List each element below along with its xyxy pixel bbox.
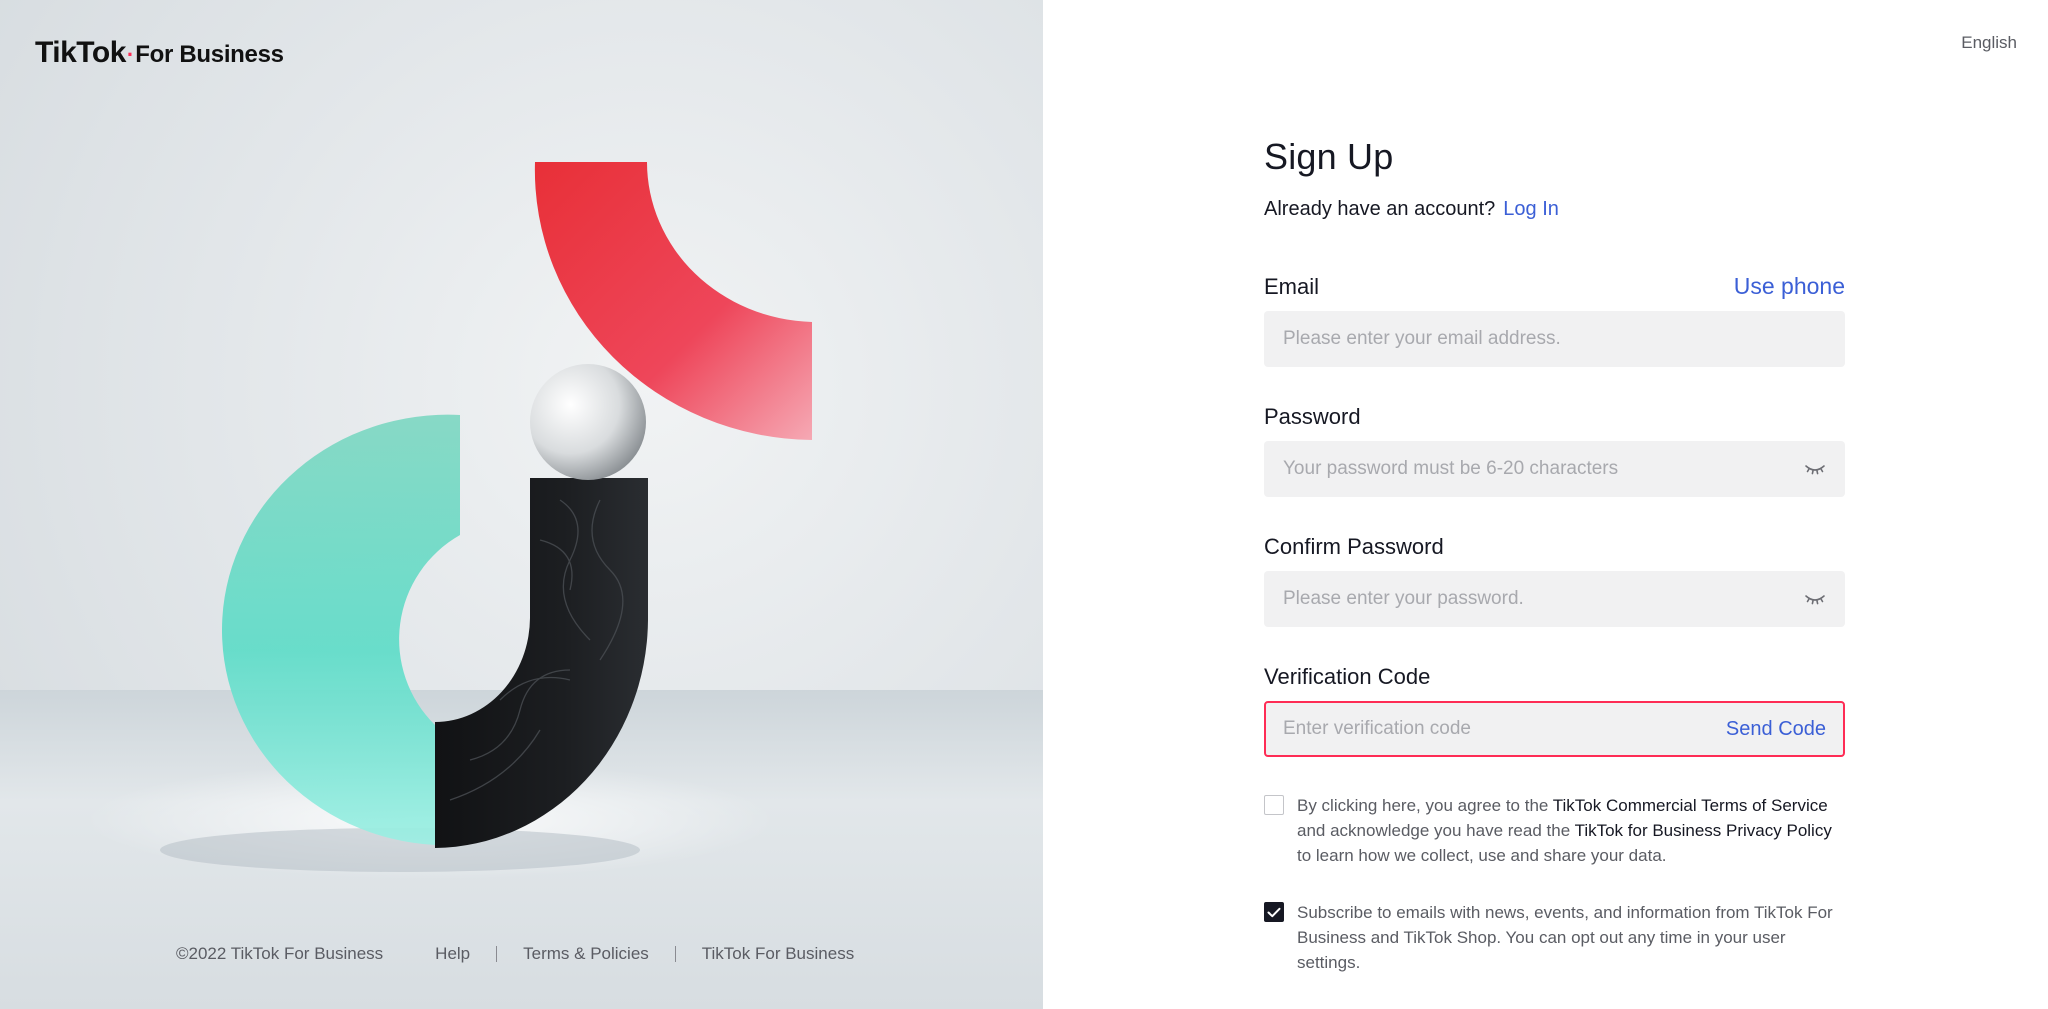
language-selector[interactable]: English <box>1961 33 2017 53</box>
commercial-terms-link[interactable]: TikTok Commercial Terms of Service <box>1553 796 1828 815</box>
confirm-password-input[interactable] <box>1283 588 1804 610</box>
confirm-password-label: Confirm Password <box>1264 534 1444 559</box>
footer-link-terms-policies[interactable]: Terms & Policies <box>523 944 649 964</box>
eye-closed-icon[interactable] <box>1804 592 1826 606</box>
verification-code-label: Verification Code <box>1264 664 1431 689</box>
footer-link-help[interactable]: Help <box>435 944 470 964</box>
subscribe-text: Subscribe to emails with news, events, a… <box>1297 903 1833 972</box>
email-input-wrapper <box>1264 311 1845 367</box>
use-phone-link[interactable]: Use phone <box>1734 273 1845 300</box>
tiktok-sculpture-illustration <box>160 162 812 872</box>
confirm-password-field-group: Confirm Password <box>1264 534 1845 627</box>
login-prompt-text: Already have an account? <box>1264 198 1496 220</box>
terms-text-part-1: By clicking here, you agree to the <box>1297 796 1553 815</box>
terms-checkbox[interactable] <box>1264 795 1284 815</box>
eye-closed-icon[interactable] <box>1804 462 1826 476</box>
send-code-button[interactable]: Send Code <box>1726 718 1826 741</box>
confirm-password-input-wrapper <box>1264 571 1845 627</box>
hero-footer: ©2022 TikTok For Business Help Terms & P… <box>176 944 854 964</box>
verification-code-field-group: Verification Code Send Code <box>1264 664 1845 757</box>
email-field-group: Email Use phone <box>1264 273 1845 367</box>
hero-panel: TikTok · For Business ©2022 TikTok For B… <box>0 0 1043 1009</box>
email-label: Email <box>1264 274 1320 299</box>
verification-code-input-wrapper: Send Code <box>1264 701 1845 757</box>
password-field-header: Password <box>1264 404 1845 430</box>
password-input-wrapper <box>1264 441 1845 497</box>
privacy-policy-link[interactable]: TikTok for Business Privacy Policy <box>1575 821 1832 840</box>
copyright-text: ©2022 TikTok For Business <box>176 944 384 963</box>
terms-text-part-3: to learn how we collect, use and share y… <box>1297 846 1667 865</box>
password-field-group: Password <box>1264 404 1845 497</box>
verification-code-field-header: Verification Code <box>1264 664 1845 690</box>
footer-divider <box>674 946 676 962</box>
verification-code-input[interactable] <box>1283 718 1726 740</box>
footer-divider <box>496 946 498 962</box>
login-link[interactable]: Log In <box>1503 198 1559 220</box>
email-input[interactable] <box>1283 328 1826 350</box>
subscribe-checkbox[interactable] <box>1264 902 1284 922</box>
password-input[interactable] <box>1283 458 1804 480</box>
checkmark-icon <box>1267 907 1281 917</box>
terms-text-part-2: and acknowledge you have read the <box>1297 821 1575 840</box>
email-field-header: Email Use phone <box>1264 273 1845 300</box>
terms-consent-row: By clicking here, you agree to the TikTo… <box>1264 793 1845 868</box>
page-title: Sign Up <box>1264 136 1394 177</box>
signup-form: Sign Up Already have an account? Log In E… <box>1264 136 1845 975</box>
password-label: Password <box>1264 404 1361 429</box>
footer-link-tiktok-for-business[interactable]: TikTok For Business <box>702 944 854 964</box>
terms-consent-text: By clicking here, you agree to the TikTo… <box>1297 793 1845 868</box>
confirm-password-field-header: Confirm Password <box>1264 534 1845 560</box>
login-prompt: Already have an account? Log In <box>1264 198 1845 221</box>
subscribe-row: Subscribe to emails with news, events, a… <box>1264 900 1845 975</box>
